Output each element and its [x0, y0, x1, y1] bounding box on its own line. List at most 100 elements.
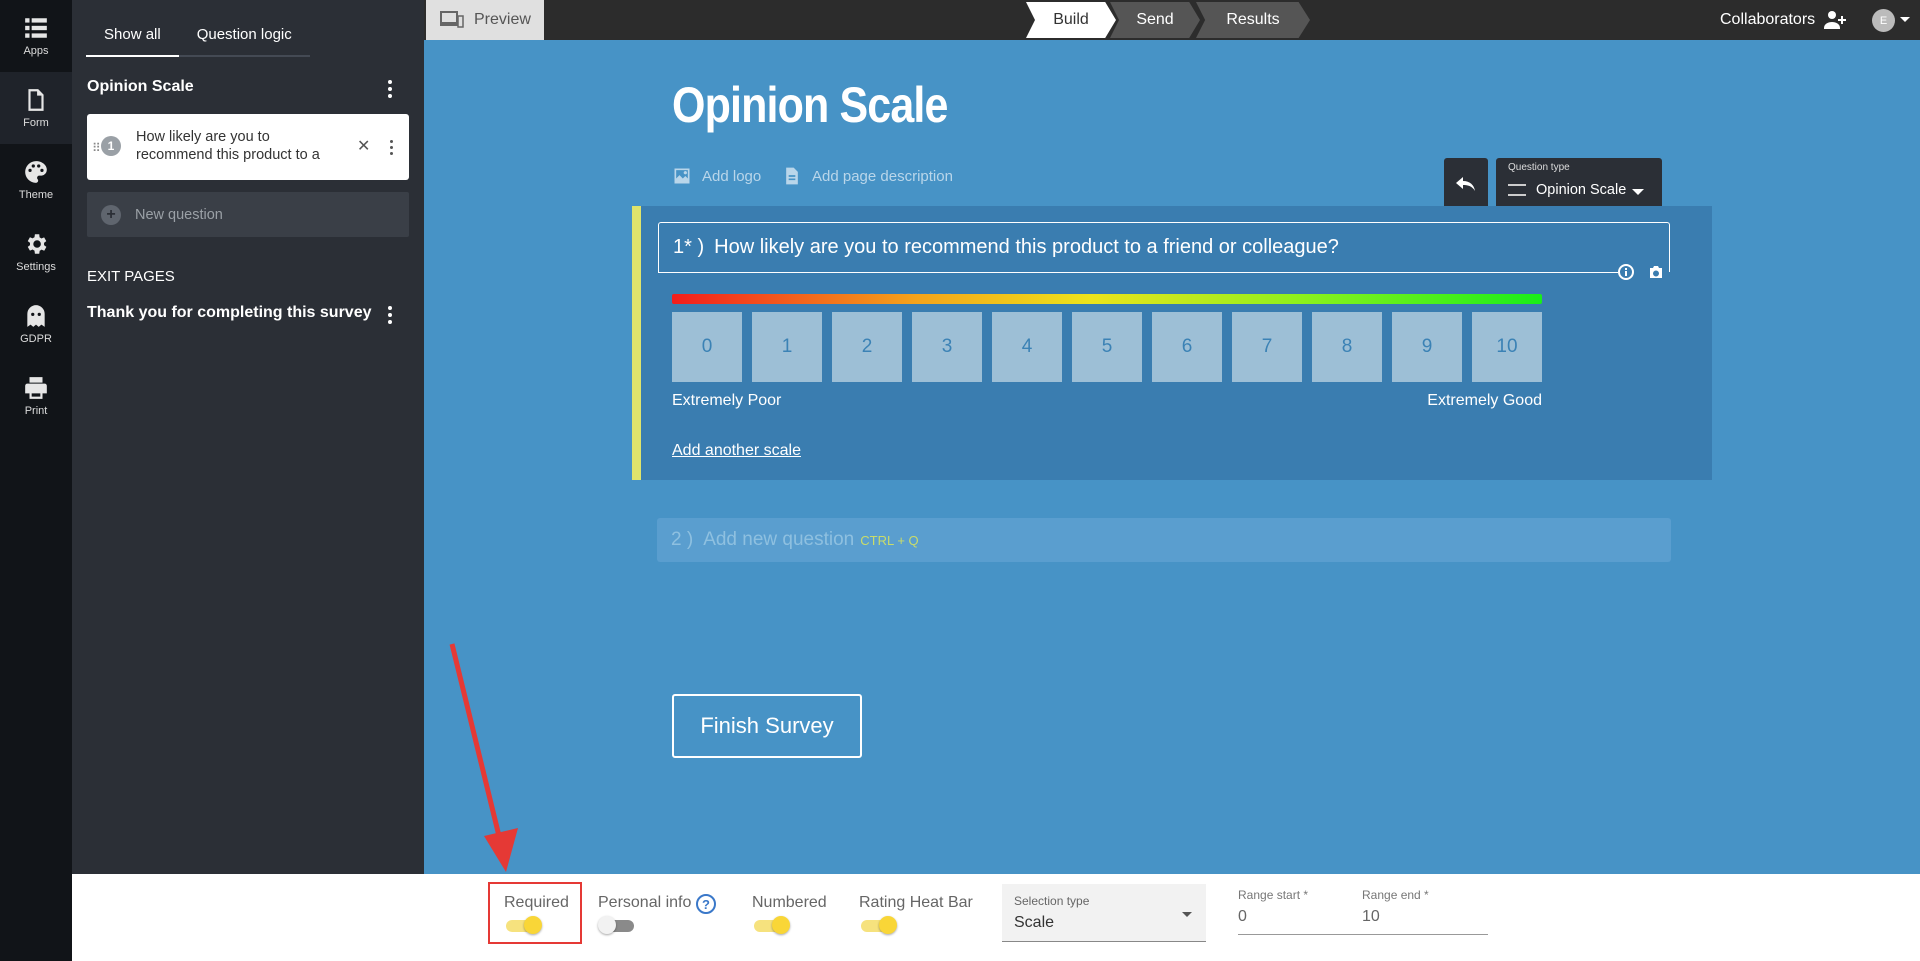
- scale-icon: [1508, 184, 1526, 196]
- question-settings-toolbar: Required Personal info ? Numbered Rating…: [72, 874, 1920, 961]
- heat-bar-label: Rating Heat Bar: [859, 894, 973, 911]
- info-icon[interactable]: [1618, 264, 1634, 280]
- personal-info-toggle[interactable]: [598, 916, 636, 934]
- rating-heat-bar: [672, 294, 1542, 304]
- undo-icon: [1456, 177, 1475, 191]
- drag-handle-icon[interactable]: ⠿: [92, 141, 101, 155]
- tab-show-all[interactable]: Show all: [86, 20, 179, 57]
- question-panel: 1* ) How likely are you to recommend thi…: [632, 206, 1712, 480]
- range-start-field[interactable]: Range start * 0: [1238, 888, 1362, 938]
- personal-info-label: Personal info: [598, 894, 692, 911]
- question-type-value: Opinion Scale: [1536, 182, 1627, 198]
- new-question-label: New question: [135, 206, 223, 223]
- heat-bar-toggle[interactable]: [859, 916, 897, 934]
- scale-option[interactable]: 9: [1392, 312, 1462, 382]
- ghost-icon: [27, 305, 45, 327]
- preview-button[interactable]: Preview: [426, 0, 544, 40]
- section-menu-icon[interactable]: [380, 77, 400, 101]
- tab-question-logic[interactable]: Question logic: [178, 20, 310, 57]
- question-sidebar: Show all Question logic Opinion Scale ⠿ …: [72, 0, 424, 874]
- rail-item-print[interactable]: Print: [0, 360, 72, 432]
- collaborators-button[interactable]: Collaborators: [1720, 0, 1847, 40]
- input-underline: [658, 272, 1618, 273]
- help-icon[interactable]: ?: [696, 894, 716, 914]
- collaborators-label: Collaborators: [1720, 11, 1816, 28]
- form-title[interactable]: Opinion Scale: [672, 76, 948, 134]
- add-another-scale-link[interactable]: Add another scale: [672, 442, 801, 460]
- question-type-dropdown[interactable]: Question type Opinion Scale: [1496, 158, 1662, 212]
- new-question-number: 2 ): [671, 529, 694, 550]
- scale-option[interactable]: 6: [1152, 312, 1222, 382]
- rail-label-gdpr: GDPR: [20, 333, 52, 345]
- rail-label-print: Print: [24, 405, 48, 417]
- numbered-toggle[interactable]: [752, 916, 790, 934]
- step-results[interactable]: Results: [1196, 2, 1310, 38]
- step-build[interactable]: Build: [1026, 2, 1116, 38]
- range-end-underline: [1362, 934, 1488, 935]
- finish-survey-button[interactable]: Finish Survey: [672, 694, 862, 758]
- camera-icon[interactable]: [1648, 264, 1664, 280]
- rail-label-form: Form: [23, 117, 49, 129]
- add-logo-label: Add logo: [702, 167, 762, 185]
- scale-option[interactable]: 1: [752, 312, 822, 382]
- chevron-down-icon: [1182, 912, 1192, 917]
- step-send[interactable]: Send: [1110, 2, 1200, 38]
- gear-icon: [27, 234, 47, 254]
- selection-type-select[interactable]: Selection type Scale: [1002, 884, 1206, 942]
- undo-button[interactable]: [1444, 158, 1488, 212]
- scale-option[interactable]: 7: [1232, 312, 1302, 382]
- new-question-placeholder: Add new question: [703, 529, 855, 550]
- question-tools: [1618, 264, 1664, 280]
- rail-label-theme: Theme: [18, 189, 54, 201]
- rail-item-settings[interactable]: Settings: [0, 216, 72, 288]
- chevron-down-icon[interactable]: [1900, 17, 1910, 22]
- add-logo-link[interactable]: Add logo: [672, 166, 761, 186]
- opinion-scale: 0 1 2 3 4 5 6 7 8 9 10: [672, 312, 1542, 382]
- range-end-label: Range end *: [1362, 888, 1429, 902]
- question-list-item[interactable]: ⠿ 1 How likely are you to recommend this…: [87, 114, 409, 180]
- rail-label-settings: Settings: [16, 261, 56, 273]
- scale-option[interactable]: 5: [1072, 312, 1142, 382]
- close-icon[interactable]: ✕: [357, 136, 370, 156]
- rail-item-gdpr[interactable]: GDPR: [0, 288, 72, 360]
- rail-item-form[interactable]: Form: [0, 72, 72, 144]
- exit-page-item[interactable]: Thank you for completing this survey: [87, 304, 372, 322]
- top-bar: Preview Build Send Results Collaborators…: [424, 0, 1920, 40]
- scale-option[interactable]: 4: [992, 312, 1062, 382]
- scale-low-label: Extremely Poor: [672, 392, 782, 409]
- annotation-arrow: [449, 643, 518, 872]
- range-end-field[interactable]: Range end * 10: [1362, 888, 1488, 938]
- scale-option[interactable]: 0: [672, 312, 742, 382]
- exit-pages-label: EXIT PAGES: [87, 268, 175, 285]
- numbered-label: Numbered: [752, 894, 827, 911]
- scale-option[interactable]: 2: [832, 312, 902, 382]
- scale-option[interactable]: 10: [1472, 312, 1542, 382]
- question-menu-icon[interactable]: [381, 135, 401, 159]
- add-description-label: Add page description: [812, 167, 953, 185]
- app-rail: Apps Form Theme Settings GDPR Print: [0, 0, 72, 961]
- highlight-box: [488, 882, 582, 944]
- sidebar-tabs: Show all Question logic: [72, 0, 424, 57]
- form-icon: [28, 89, 44, 111]
- preview-label: Preview: [474, 11, 531, 28]
- new-question-button[interactable]: + New question: [87, 192, 409, 237]
- palette-icon: [25, 161, 47, 183]
- avatar[interactable]: E: [1872, 9, 1895, 32]
- range-start-label: Range start *: [1238, 888, 1309, 902]
- add-description-link[interactable]: Add page description: [782, 166, 953, 186]
- question-text-input[interactable]: 1* ) How likely are you to recommend thi…: [658, 222, 1670, 272]
- active-stripe: [632, 206, 641, 480]
- add-new-question-input[interactable]: 2 ) Add new question CTRL + Q: [657, 518, 1671, 562]
- question-number-badge: 1: [101, 136, 121, 156]
- rail-item-apps[interactable]: Apps: [0, 0, 72, 72]
- rail-item-theme[interactable]: Theme: [0, 144, 72, 216]
- apps-icon: [25, 18, 47, 38]
- printer-icon: [25, 377, 47, 399]
- add-user-icon: [1824, 11, 1847, 29]
- question-text: How likely are you to recommend this pro…: [714, 236, 1339, 258]
- exit-page-menu-icon[interactable]: [380, 303, 400, 327]
- scale-option[interactable]: 3: [912, 312, 982, 382]
- required-toggle[interactable]: [504, 916, 542, 934]
- scale-option[interactable]: 8: [1312, 312, 1382, 382]
- required-label: Required: [504, 894, 569, 911]
